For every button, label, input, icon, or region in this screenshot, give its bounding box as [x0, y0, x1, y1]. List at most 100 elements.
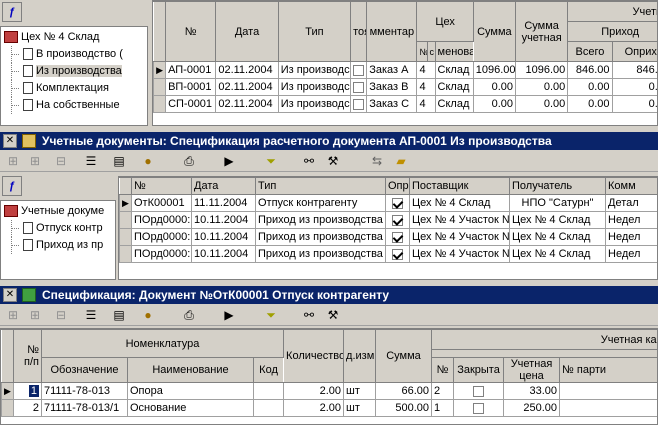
doc-window-icon	[22, 134, 36, 148]
col-nomen[interactable]: Номенклатура	[40, 329, 285, 358]
run-icon[interactable]: ▶	[220, 153, 238, 169]
table-row[interactable]: ВП-0001 02.11.2004 Из производс Заказ В …	[153, 78, 657, 96]
add-copy-icon[interactable]: ⊞	[26, 307, 44, 323]
col-summa[interactable]: Сумма	[375, 329, 433, 383]
col-party[interactable]: № парти	[559, 357, 657, 383]
col-date[interactable]: Дата	[191, 177, 256, 195]
col-type[interactable]: Тип	[277, 1, 352, 62]
mid-titlebar[interactable]: Учетные документы: Спецификация расчетно…	[0, 132, 658, 150]
lock-icon[interactable]: ●	[140, 153, 156, 169]
row-indicator	[119, 228, 132, 246]
col-vsego[interactable]: Всего	[567, 41, 613, 62]
delete-icon[interactable]: ⊟	[52, 153, 70, 169]
col-receiver[interactable]: Получатель	[509, 177, 606, 195]
col-state[interactable]: тоя	[350, 1, 368, 62]
filter-button[interactable]: ƒ	[2, 2, 22, 22]
row-checkbox[interactable]	[473, 402, 485, 414]
add-icon[interactable]: ⊞	[4, 307, 22, 323]
tree-item-1[interactable]: Приход из пр	[1, 237, 115, 254]
print-icon[interactable]: ⎙	[180, 153, 198, 169]
tools-icon[interactable]: ⚒	[324, 153, 342, 169]
filter-icon[interactable]: ⏷	[262, 307, 280, 323]
col-ceh-name[interactable]: менова	[434, 41, 474, 62]
binoculars-icon[interactable]: ⚯	[300, 307, 318, 323]
row-checkbox[interactable]	[353, 64, 365, 76]
bottom-titlebar[interactable]: Спецификация: Документ №ОтК00001 Отпуск …	[0, 286, 658, 304]
col-num[interactable]: №	[165, 1, 217, 62]
tree-item-0[interactable]: Отпуск контр	[1, 220, 115, 237]
delete-icon[interactable]: ⊟	[52, 307, 70, 323]
open-folder-icon[interactable]: ▰	[392, 153, 410, 169]
table-row[interactable]: ПОрд0000: 10.11.2004 Приход из производс…	[119, 228, 657, 246]
col-prihod[interactable]: Приход	[567, 21, 657, 42]
tree-item-0[interactable]: В производство (	[1, 46, 147, 63]
col-edizm[interactable]: д.изм	[343, 329, 377, 383]
col-kod[interactable]: Код	[252, 357, 285, 383]
col-comment[interactable]: Комм	[605, 177, 657, 195]
row-checkbox[interactable]	[473, 385, 485, 397]
col-ceh[interactable]: Цех	[416, 1, 474, 42]
folder-book-icon	[4, 205, 18, 218]
mid-tree[interactable]: Учетные докуме Отпуск контр Приход из пр	[0, 200, 116, 280]
row-indicator: ▶	[153, 61, 167, 79]
row-checkbox[interactable]	[353, 81, 365, 93]
tree-item-1[interactable]: Из производства	[1, 63, 147, 80]
row-indicator: ▶	[119, 194, 132, 212]
tree-item-2[interactable]: Комплектация	[1, 80, 147, 97]
run-icon[interactable]: ▶	[220, 307, 238, 323]
binoculars-icon[interactable]: ⚯	[300, 153, 318, 169]
pin-icon[interactable]: ✕	[3, 288, 17, 302]
row-checkbox[interactable]	[392, 231, 403, 243]
spec-window-icon	[22, 288, 36, 302]
list-icon[interactable]: ☰	[82, 153, 100, 169]
col-card[interactable]: Учетная карточ	[431, 329, 657, 350]
col-summa[interactable]: Сумма	[472, 1, 517, 62]
table-row[interactable]: ПОрд0000: 10.11.2004 Приход из производс…	[119, 211, 657, 229]
add-copy-icon[interactable]: ⊞	[26, 153, 44, 169]
table-row[interactable]: ▶ АП-0001 02.11.2004 Из производс Заказ …	[153, 61, 657, 79]
table-row[interactable]: ▶ 1 71111-78-013 Опора 2.00 шт 66.00 2 3…	[1, 382, 657, 400]
col-card-n[interactable]: №	[431, 357, 455, 383]
lock-icon[interactable]: ●	[140, 307, 156, 323]
col-kol[interactable]: Количество	[283, 329, 345, 383]
col-type[interactable]: Тип	[255, 177, 386, 195]
row-checkbox[interactable]	[392, 248, 403, 260]
row-checkbox[interactable]	[353, 98, 365, 110]
col-opr[interactable]: Опр	[385, 177, 410, 195]
col-date[interactable]: Дата	[215, 1, 279, 62]
col-naim[interactable]: Наименование	[127, 357, 254, 383]
col-comment[interactable]: мментар	[366, 1, 418, 62]
tree-item-3[interactable]: На собственные	[1, 97, 147, 114]
tree-root[interactable]: Цех № 4 Склад	[1, 29, 147, 46]
print-icon[interactable]: ⎙	[180, 307, 198, 323]
tools-icon[interactable]: ⚒	[324, 307, 342, 323]
add-icon[interactable]: ⊞	[4, 153, 22, 169]
col-summa-uch[interactable]: Сумма учетная	[514, 1, 569, 62]
list-icon[interactable]: ☰	[82, 307, 100, 323]
col-closed[interactable]: Закрыта	[453, 357, 505, 383]
document-icon[interactable]: ▤	[110, 307, 128, 323]
col-oboz[interactable]: Обозначение	[41, 357, 128, 383]
row-checkbox[interactable]	[392, 214, 403, 226]
col-ceh-c[interactable]: с	[426, 41, 436, 62]
col-opr[interactable]: Оприх.	[611, 41, 657, 62]
col-num[interactable]: №	[131, 177, 192, 195]
col-supplier[interactable]: Поставщик	[409, 177, 510, 195]
col-uch[interactable]: Учетны	[567, 1, 657, 22]
table-row[interactable]: ПОрд0000: 10.11.2004 Приход из производс…	[119, 245, 657, 263]
row-indicator	[153, 95, 167, 113]
top-tree[interactable]: Цех № 4 Склад В производство ( Из произв…	[0, 26, 148, 126]
tree-root[interactable]: Учетные докуме	[1, 203, 115, 220]
col-npp[interactable]: № п/п	[13, 329, 42, 383]
col-price[interactable]: Учетная цена	[503, 357, 561, 383]
table-row[interactable]: ▶ ОтК00001 11.11.2004 Отпуск контрагенту…	[119, 194, 657, 212]
row-checkbox[interactable]	[392, 197, 403, 209]
table-row[interactable]: СП-0001 02.11.2004 Из производс Заказ С …	[153, 95, 657, 113]
pin-icon[interactable]: ✕	[3, 134, 17, 148]
mid-filter-button[interactable]: ƒ	[2, 176, 22, 196]
table-row[interactable]: 2 71111-78-013/1 Основание 2.00 шт 500.0…	[1, 399, 657, 417]
document-icon[interactable]: ▤	[110, 153, 128, 169]
col-ceh-n[interactable]: №	[416, 41, 428, 62]
filter-icon[interactable]: ⏷	[262, 153, 280, 169]
refresh-icon[interactable]: ⇆	[368, 153, 386, 169]
